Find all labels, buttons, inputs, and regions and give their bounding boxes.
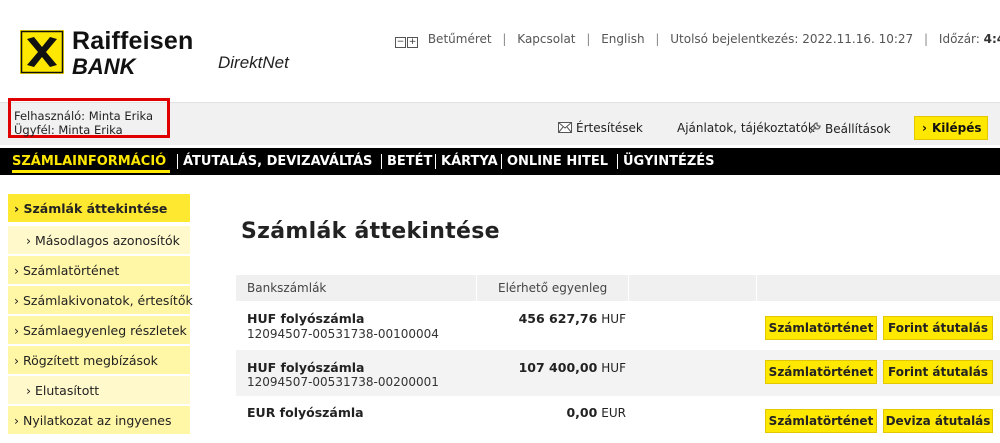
wrench-icon — [809, 122, 821, 134]
table-row: EUR folyószámla 0,00 EUR Számlatörténet … — [236, 397, 1000, 443]
sidebar-item-account-history[interactable]: › Számlatörténet — [8, 256, 190, 285]
sidebar-item-standing-orders[interactable]: › Rögzített megbízások — [8, 346, 190, 375]
sidebar-item-rejected[interactable]: › Elutasított — [8, 376, 190, 405]
sidebar-item-accounts-overview[interactable]: › Számlák áttekintése — [8, 194, 190, 223]
logout-label: Kilépés — [931, 121, 982, 135]
notifications-label: Értesítések — [576, 121, 643, 135]
account-balance: 456 627,76 HUF — [518, 311, 626, 326]
timer-value: 4:44 — [983, 32, 1000, 46]
raiffeisen-gable-cross-icon — [20, 30, 64, 74]
last-login: Utolsó bejelentkezés: 2022.11.16. 10:27 — [670, 32, 914, 46]
active-nav-underline — [12, 170, 170, 173]
account-name[interactable]: HUF folyószámla — [247, 311, 364, 326]
history-button[interactable]: Számlatörténet — [765, 409, 877, 433]
col-accounts: Bankszámlák — [247, 281, 327, 295]
user-info: Felhasználó: Minta Erika Ügyfél: Minta E… — [8, 98, 170, 138]
table-row: HUF folyószámla 12094507-00531738-002000… — [236, 350, 1000, 396]
table-row: HUF folyószámla 12094507-00531738-001000… — [236, 303, 1000, 349]
account-name[interactable]: EUR folyószámla — [247, 405, 364, 420]
timer-label: Időzár: — [938, 32, 980, 46]
language-link[interactable]: English — [601, 32, 644, 46]
col-balance: Elérhető egyenleg — [498, 281, 608, 295]
settings-label: Beállítások — [825, 122, 891, 136]
sidebar-item-balance-details[interactable]: › Számlaegyenleg részletek — [8, 316, 190, 345]
nav-administration[interactable]: ÜGYINTÉZÉS — [623, 148, 715, 175]
sidebar-item-statements[interactable]: › Számlakivonatok, értesítők — [8, 286, 193, 315]
nav-transfer[interactable]: ÁTUTALÁS, DEVIZAVÁLTÁS — [183, 148, 372, 175]
history-button[interactable]: Számlatörténet — [765, 360, 877, 384]
account-balance: 107 400,00 HUF — [518, 360, 626, 375]
account-number: 12094507-00531738-00100004 — [247, 327, 439, 341]
sidebar-item-secondary-ids[interactable]: › Másodlagos azonosítók — [8, 226, 190, 255]
transfer-button[interactable]: Forint átutalás — [883, 316, 993, 340]
logout-button[interactable]: › Kilépés — [914, 116, 988, 140]
sidebar-item-declaration[interactable]: › Nyilatkozat az ingyenes — [8, 406, 190, 435]
raiffeisen-logo: Raiffeisen BANK — [20, 27, 200, 80]
history-button[interactable]: Számlatörténet — [765, 316, 877, 340]
account-balance: 0,00 EUR — [566, 405, 626, 420]
nav-card[interactable]: KÁRTYA — [441, 148, 498, 175]
nav-deposit[interactable]: BETÉT — [387, 148, 432, 175]
contact-link[interactable]: Kapcsolat — [517, 32, 575, 46]
transfer-button[interactable]: Forint átutalás — [883, 360, 993, 384]
notifications-link[interactable]: Értesítések — [558, 121, 643, 135]
account-name[interactable]: HUF folyószámla — [247, 360, 364, 375]
nav-online-loan[interactable]: ONLINE HITEL — [507, 148, 608, 175]
chevron-right-icon: › — [922, 121, 927, 135]
font-decrease-button[interactable]: − — [395, 37, 406, 48]
envelope-icon — [558, 122, 572, 133]
client-name: Ügyfél: Minta Erika — [14, 123, 123, 137]
account-number: 12094507-00531738-00200001 — [247, 375, 439, 389]
settings-link[interactable]: Beállítások — [808, 121, 891, 136]
page-title: Számlák áttekintése — [241, 219, 500, 244]
product-name: DirektNet — [218, 53, 289, 72]
font-increase-button[interactable]: + — [407, 37, 418, 48]
offers-link[interactable]: Ajánlatok, tájékoztatók — [677, 121, 815, 135]
brand-bank: BANK — [72, 54, 136, 79]
brand-name: Raiffeisen — [72, 27, 194, 55]
table-header — [236, 275, 1000, 301]
top-links: − + Betűméret | Kapcsolat | English | Uto… — [395, 32, 1000, 48]
user-name: Felhasználó: Minta Erika — [14, 109, 154, 123]
font-size-link[interactable]: Betűméret — [428, 32, 492, 46]
transfer-button[interactable]: Deviza átutalás — [883, 409, 993, 433]
